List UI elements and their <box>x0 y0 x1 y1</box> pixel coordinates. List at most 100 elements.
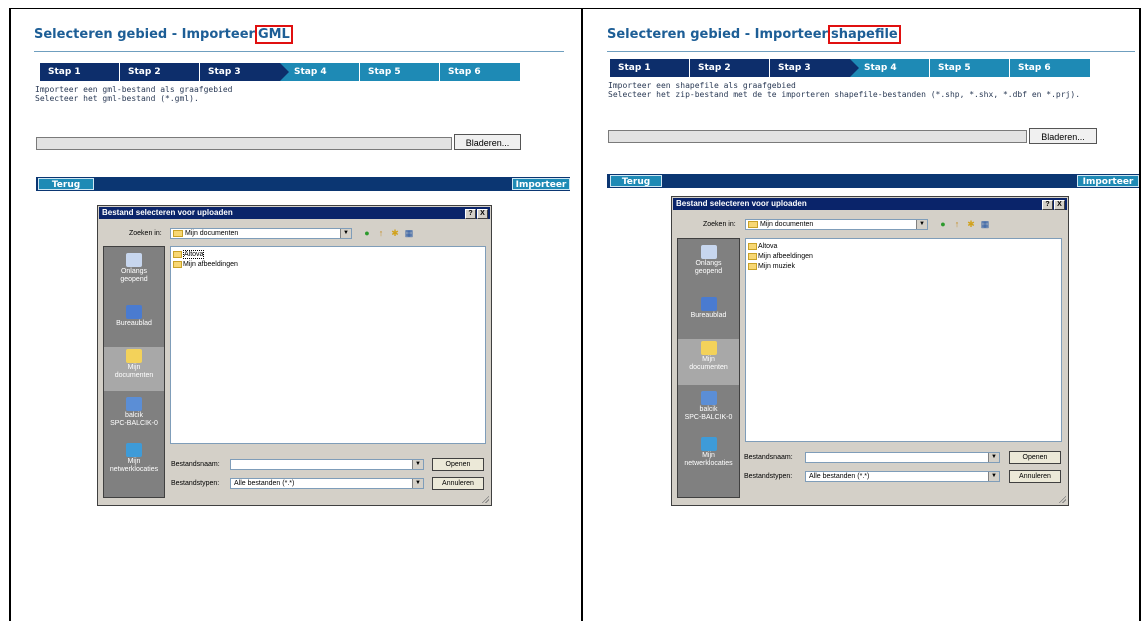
help-button[interactable]: ? <box>465 209 476 219</box>
chevron-down-icon[interactable]: ▼ <box>988 472 999 481</box>
file-list[interactable]: Altova Mijn afbeeldingen <box>170 246 486 444</box>
view-menu-icon[interactable]: ▦ <box>980 219 990 229</box>
place-my-computer[interactable]: balcik SPC-BALCIK-0 <box>104 395 164 437</box>
filename-input[interactable]: ▼ <box>805 452 1000 463</box>
place-label: Bureaublad <box>116 320 152 327</box>
resize-grip-icon[interactable] <box>1058 495 1066 503</box>
recent-documents-icon <box>126 253 142 267</box>
wizard-step-label: Stap 1 <box>48 67 81 77</box>
browse-button[interactable]: Bladeren... <box>454 134 521 150</box>
look-in-select[interactable]: Mijn documenten ▼ <box>745 219 928 230</box>
page-title-highlight: shapefile <box>827 25 901 44</box>
back-button[interactable]: Terug <box>38 178 94 190</box>
import-button[interactable]: Importeer <box>512 178 570 190</box>
chevron-down-icon[interactable]: ▼ <box>988 453 999 462</box>
folder-icon <box>748 262 757 270</box>
list-item[interactable]: Altova <box>748 242 777 251</box>
place-recent[interactable]: Onlangs geopend <box>104 251 164 299</box>
place-network[interactable]: Mijn netwerklocaties <box>104 441 164 483</box>
wizard-step-3: Stap 3 <box>200 63 289 81</box>
wizard-step-label: Stap 4 <box>294 67 327 77</box>
look-in-label: Zoeken in: <box>129 230 162 237</box>
places-bar: Onlangs geopend Bureaublad Mijn document… <box>103 246 165 498</box>
back-icon[interactable]: ● <box>938 219 948 229</box>
my-documents-icon <box>126 349 142 363</box>
my-documents-icon <box>700 341 717 355</box>
folder-icon <box>173 260 182 268</box>
file-name: Mijn afbeeldingen <box>183 261 238 268</box>
dialog-toolbar: ● ↑ ✱ ▦ <box>362 228 414 238</box>
file-upload-dialog: Bestand selecteren voor uploaden ? X Zoe… <box>97 205 492 506</box>
list-item[interactable]: Mijn muziek <box>748 262 795 271</box>
close-button[interactable]: X <box>477 209 488 219</box>
chevron-down-icon[interactable]: ▼ <box>340 229 351 238</box>
resize-grip-icon[interactable] <box>481 495 489 503</box>
place-my-documents[interactable]: Mijn documenten <box>104 347 164 391</box>
list-item[interactable]: Mijn afbeeldingen <box>748 252 813 261</box>
wizard-step-5: Stap 5 <box>360 63 440 81</box>
dialog-titlebar: Bestand selecteren voor uploaden ? X <box>673 198 1067 210</box>
current-step-arrow-icon <box>850 59 859 77</box>
chevron-down-icon[interactable]: ▼ <box>412 479 423 488</box>
wizard-steps: Stap 1 Stap 2 Stap 3 Stap 4 Stap 5 Stap … <box>40 63 520 81</box>
wizard-step-5: Stap 5 <box>930 59 1010 77</box>
wizard-step-label: Stap 3 <box>778 63 811 73</box>
list-item[interactable]: Altova <box>173 250 205 259</box>
place-my-computer[interactable]: balcik SPC-BALCIK-0 <box>678 389 739 431</box>
new-folder-icon[interactable]: ✱ <box>966 219 976 229</box>
up-folder-icon[interactable]: ↑ <box>952 219 962 229</box>
browse-button[interactable]: Bladeren... <box>1029 128 1097 144</box>
look-in-select[interactable]: Mijn documenten ▼ <box>170 228 352 239</box>
place-desktop[interactable]: Bureaublad <box>104 303 164 343</box>
cancel-button[interactable]: Annuleren <box>432 477 484 490</box>
new-folder-icon[interactable]: ✱ <box>390 228 400 238</box>
filename-input[interactable]: ▼ <box>230 459 424 470</box>
instruction-line-2: Selecteer het gml-bestand (*.gml). <box>35 94 199 103</box>
place-network[interactable]: Mijn netwerklocaties <box>678 435 739 479</box>
dialog-title: Bestand selecteren voor uploaden <box>676 199 807 208</box>
wizard-step-label: Stap 6 <box>1018 63 1051 73</box>
import-button[interactable]: Importeer <box>1077 175 1139 187</box>
filetype-select[interactable]: Alle bestanden (*.*) ▼ <box>230 478 424 489</box>
action-bar: Terug Importeer <box>607 174 1139 188</box>
place-label: Mijn netwerklocaties <box>684 452 733 467</box>
desktop-icon <box>700 297 717 311</box>
back-button[interactable]: Terug <box>610 175 662 187</box>
instruction-line-1: Importeer een shapefile als graafgebied <box>608 81 796 90</box>
back-icon[interactable]: ● <box>362 228 372 238</box>
chevron-down-icon[interactable]: ▼ <box>916 220 927 229</box>
place-recent[interactable]: Onlangs geopend <box>678 243 739 291</box>
folder-icon <box>748 242 757 250</box>
page-title: Selecteren gebied - Importeer GML <box>34 25 293 44</box>
panel-shapefile: Selecteren gebied - Importeer shapefile S… <box>583 9 1139 621</box>
page-title-highlight: GML <box>254 25 293 44</box>
up-folder-icon[interactable]: ↑ <box>376 228 386 238</box>
cancel-button[interactable]: Annuleren <box>1009 470 1061 483</box>
open-button[interactable]: Openen <box>432 458 484 471</box>
look-in-value: Mijn documenten <box>760 221 814 228</box>
instruction-text: Importeer een gml-bestand als graafgebie… <box>35 85 232 103</box>
close-button[interactable]: X <box>1054 200 1065 210</box>
list-item[interactable]: Mijn afbeeldingen <box>173 260 238 269</box>
help-button[interactable]: ? <box>1042 200 1053 210</box>
chevron-down-icon[interactable]: ▼ <box>412 460 423 469</box>
filename-label: Bestandsnaam: <box>744 454 793 461</box>
file-path-input[interactable] <box>36 137 452 150</box>
my-computer-icon <box>700 391 717 405</box>
filetype-value: Alle bestanden (*.*) <box>809 473 870 480</box>
place-desktop[interactable]: Bureaublad <box>678 295 739 335</box>
folder-icon <box>748 221 758 228</box>
view-menu-icon[interactable]: ▦ <box>404 228 414 238</box>
page-title-prefix: Selecteren gebied - Importeer <box>607 27 828 42</box>
filetype-select[interactable]: Alle bestanden (*.*) ▼ <box>805 471 1000 482</box>
place-label: balcik SPC-BALCIK-0 <box>684 406 733 421</box>
place-my-documents[interactable]: Mijn documenten <box>678 339 739 385</box>
file-path-input[interactable] <box>608 130 1027 143</box>
dialog-titlebar: Bestand selecteren voor uploaden ? X <box>99 207 490 219</box>
look-in-label: Zoeken in: <box>703 221 736 228</box>
wizard-step-3: Stap 3 <box>770 59 859 77</box>
open-button[interactable]: Openen <box>1009 451 1061 464</box>
dialog-toolbar: ● ↑ ✱ ▦ <box>938 219 990 229</box>
file-list[interactable]: Altova Mijn afbeeldingen Mijn muziek <box>745 238 1062 442</box>
network-places-icon <box>700 437 717 451</box>
